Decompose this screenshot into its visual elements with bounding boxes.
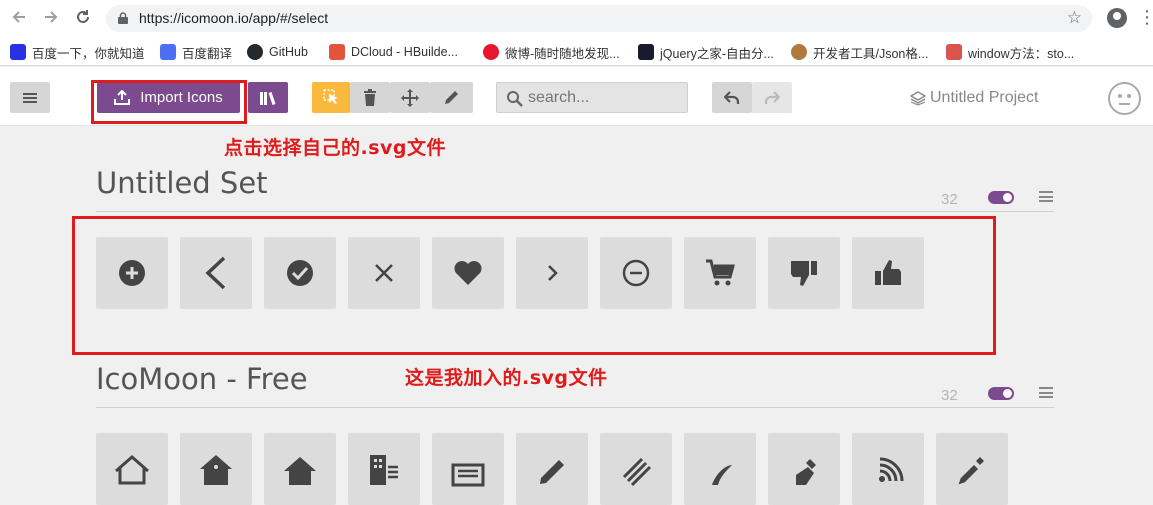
home-icon[interactable]: [96, 433, 168, 505]
bookmark-jquery[interactable]: jQuery之家-自由分...: [638, 43, 774, 61]
set-menu-icon[interactable]: [1039, 191, 1053, 202]
bookmark-label: 开发者工具/Json格...: [813, 46, 929, 61]
smiley-mouth: [1119, 103, 1130, 105]
added-icons-highlight-box: [72, 216, 996, 355]
set-menu-icon[interactable]: [1039, 387, 1053, 398]
bookmark-github[interactable]: GitHub: [247, 43, 308, 61]
trash-icon: [364, 89, 376, 106]
redo-button[interactable]: [752, 82, 792, 113]
added-icons-annotation: 这是我加入的.svg文件: [405, 367, 608, 389]
office-icon[interactable]: [348, 433, 420, 505]
set-divider: [96, 407, 1054, 408]
weibo-icon: [483, 44, 499, 60]
pen-icon[interactable]: [768, 433, 840, 505]
bookmark-window-methods[interactable]: window方法：sto...: [946, 43, 1074, 61]
eyedropper-icon[interactable]: [936, 433, 1008, 505]
profile-avatar-icon[interactable]: [1107, 8, 1127, 28]
bookmark-baidu-translate[interactable]: 百度翻译: [160, 43, 232, 61]
bookmark-dcloud[interactable]: DCloud - HBuilde...: [329, 43, 458, 61]
search-box[interactable]: [496, 82, 688, 113]
import-annotation: 点击选择自己的.svg文件: [224, 137, 447, 159]
set-title-icomoon-free[interactable]: IcoMoon - Free: [96, 362, 308, 396]
quill-icon[interactable]: [684, 433, 756, 505]
search-input[interactable]: [528, 88, 678, 108]
pencil-edit-icon: [445, 91, 458, 104]
more-vert-icon[interactable]: ⋮: [1138, 7, 1153, 28]
bookmark-devtools[interactable]: 开发者工具/Json格...: [791, 43, 928, 61]
baidu-paw-icon: [10, 44, 26, 60]
user-smiley-icon[interactable]: [1108, 82, 1141, 115]
set-icon-count: 32: [941, 387, 958, 404]
move-arrows-icon: [401, 88, 419, 107]
bookmarks-bar: 百度一下，你就知道 百度翻译 GitHub DCloud - HBuilde..…: [0, 37, 1153, 66]
home2-icon[interactable]: [180, 433, 252, 505]
lock-icon: [118, 12, 128, 24]
layers-icon: [910, 90, 926, 106]
cursor-select-icon: [323, 88, 338, 104]
icon-library-button[interactable]: [248, 82, 288, 113]
newspaper-icon[interactable]: [432, 433, 504, 505]
bookmark-baidu[interactable]: 百度一下，你就知道: [10, 43, 145, 61]
set-title-untitled[interactable]: Untitled Set: [96, 166, 268, 200]
undo-icon: [724, 90, 740, 104]
hamburger-icon: [23, 92, 37, 103]
pencil-icon[interactable]: [516, 433, 588, 505]
bookmark-label: GitHub: [269, 45, 308, 59]
project-name-label: Untitled Project: [930, 89, 1039, 106]
url-text: https://icomoon.io/app/#/select: [139, 10, 329, 26]
bookmark-label: jQuery之家-自由分...: [660, 46, 774, 61]
baidu-translate-icon: [160, 44, 176, 60]
smiley-eye: [1118, 94, 1122, 98]
blog-icon[interactable]: [852, 433, 924, 505]
home3-icon[interactable]: [264, 433, 336, 505]
redo-icon: [764, 90, 780, 104]
bookmark-label: window方法：sto...: [968, 46, 1075, 61]
move-tool-button[interactable]: [390, 82, 430, 113]
jquery-icon: [638, 44, 654, 60]
undo-button[interactable]: [712, 82, 752, 113]
bookmark-label: 微博-随时随地发现...: [505, 46, 620, 61]
search-icon: [507, 91, 523, 107]
delete-tool-button[interactable]: [350, 82, 390, 113]
address-bar[interactable]: https://icomoon.io/app/#/select ☆: [106, 5, 1092, 32]
monkey-icon: [791, 44, 807, 60]
reload-icon[interactable]: [72, 8, 94, 30]
back-arrow-icon[interactable]: [8, 8, 30, 30]
library-books-icon: [260, 91, 276, 105]
set-divider: [96, 211, 1054, 212]
main-menu-button[interactable]: [10, 82, 50, 113]
pencil2-icon[interactable]: [600, 433, 672, 505]
bookmark-label: DCloud - HBuilde...: [351, 45, 458, 59]
set-visibility-toggle[interactable]: [988, 191, 1014, 204]
select-tool-button[interactable]: [312, 82, 350, 113]
import-highlight-box: [91, 80, 247, 124]
bookmark-label: 百度翻译: [182, 46, 233, 61]
set-icon-count: 32: [941, 191, 958, 208]
dcloud-icon: [329, 44, 345, 60]
smiley-eye: [1127, 94, 1131, 98]
set-visibility-toggle[interactable]: [988, 387, 1014, 400]
forward-arrow-icon[interactable]: [40, 8, 62, 30]
project-name[interactable]: Untitled Project: [910, 89, 1039, 107]
edit-tool-button[interactable]: [430, 82, 473, 113]
browser-toolbar: https://icomoon.io/app/#/select ☆ ⋮: [0, 0, 1153, 37]
owl-icon: [946, 44, 962, 60]
github-icon: [247, 44, 263, 60]
bookmark-label: 百度一下，你就知道: [32, 46, 145, 61]
bookmark-weibo[interactable]: 微博-随时随地发现...: [483, 43, 620, 61]
bookmark-star-icon[interactable]: ☆: [1067, 8, 1082, 28]
